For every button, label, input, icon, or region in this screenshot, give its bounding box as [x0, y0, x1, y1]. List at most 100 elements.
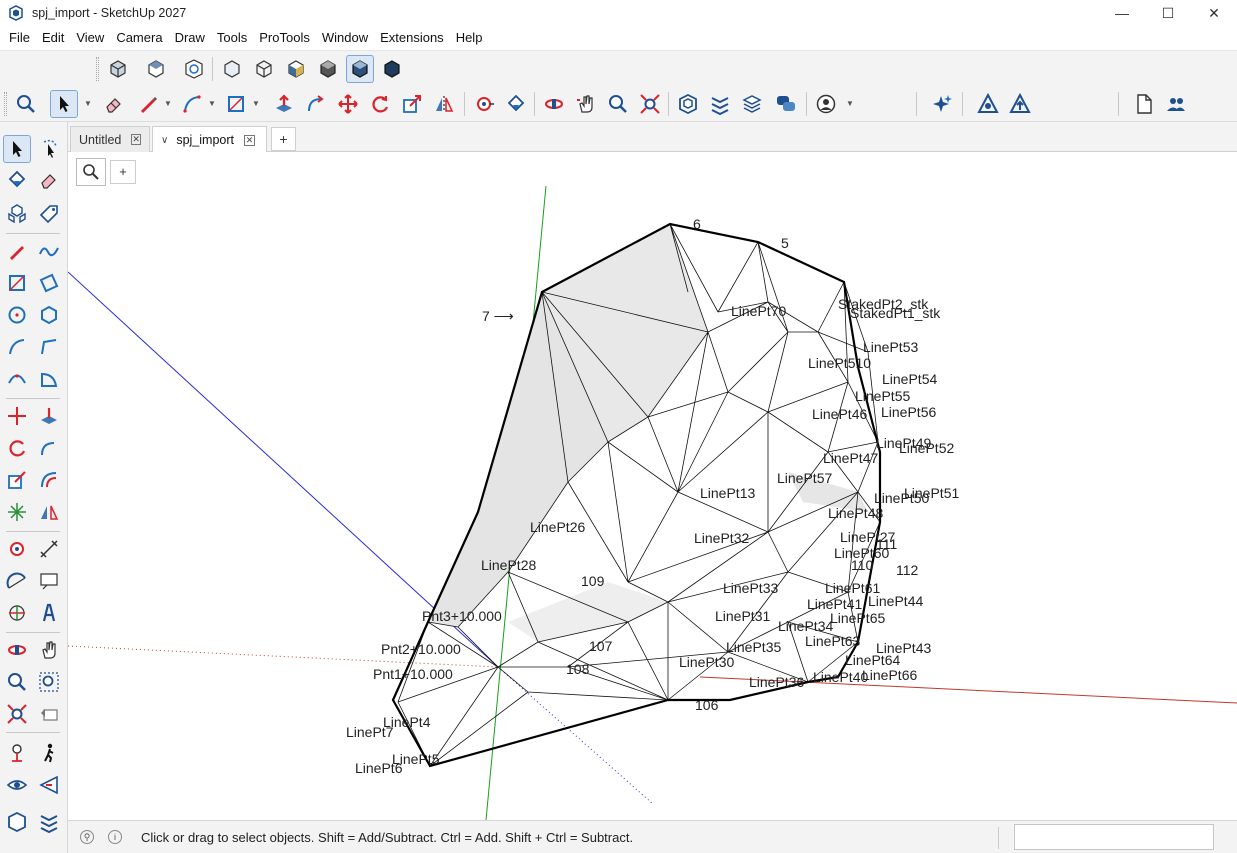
viewport-search-button[interactable]: [76, 158, 106, 186]
chevron-down-icon[interactable]: ▼: [84, 98, 92, 110]
flip-tool-icon[interactable]: [35, 498, 63, 526]
menu-file[interactable]: File: [3, 27, 36, 49]
front-view-icon[interactable]: [180, 55, 208, 83]
move-tool-icon[interactable]: [3, 402, 31, 430]
measurements-box[interactable]: [1014, 824, 1214, 850]
model-viewport[interactable]: 6 5 7 ⟶ StakedPt2_stk StakedPt1_stk Line…: [68, 152, 1237, 820]
new-document-icon[interactable]: [1130, 90, 1158, 118]
maximize-button[interactable]: ☐: [1145, 0, 1191, 26]
wireframe-style-icon[interactable]: [250, 55, 278, 83]
paint-bucket-icon[interactable]: [3, 166, 31, 194]
xray-style-icon[interactable]: [218, 55, 246, 83]
toolbar-grip[interactable]: [96, 57, 99, 81]
circle-tool-icon[interactable]: [3, 301, 31, 329]
menu-window[interactable]: Window: [316, 27, 374, 49]
ai-assistant-sparkle-icon[interactable]: [928, 90, 956, 118]
position-camera-icon[interactable]: [3, 739, 31, 767]
push-pull-icon[interactable]: [270, 90, 298, 118]
close-icon[interactable]: ✕: [131, 134, 141, 145]
move-tool-icon[interactable]: [334, 90, 362, 118]
lasso-select-icon[interactable]: [35, 135, 63, 163]
eraser-icon[interactable]: [100, 90, 128, 118]
push-pull-icon[interactable]: [35, 402, 63, 430]
menu-tools[interactable]: Tools: [211, 27, 253, 49]
menu-help[interactable]: Help: [450, 27, 489, 49]
terrain-mesh-scene[interactable]: 6 5 7 ⟶ StakedPt2_stk StakedPt1_stk Line…: [68, 152, 1237, 820]
select-tool-icon[interactable]: [50, 90, 78, 118]
new-tab-button[interactable]: +: [271, 127, 296, 151]
chevron-down-icon[interactable]: ∨: [161, 135, 168, 146]
menu-view[interactable]: View: [70, 27, 110, 49]
scale-tool-icon[interactable]: [398, 90, 426, 118]
rectangle-tool-icon[interactable]: [3, 269, 31, 297]
position-texture-icon[interactable]: [3, 498, 31, 526]
3d-warehouse-icon[interactable]: [674, 90, 702, 118]
select-tool-icon[interactable]: [3, 135, 31, 163]
follow-me-icon[interactable]: [35, 434, 63, 462]
collaborators-icon[interactable]: [1162, 90, 1190, 118]
orbit-tool-icon[interactable]: [3, 636, 31, 664]
menu-protools[interactable]: ProTools: [253, 27, 316, 49]
previous-view-icon[interactable]: [35, 700, 63, 728]
flip-tool-icon[interactable]: [430, 90, 458, 118]
section-plane-icon[interactable]: [35, 771, 63, 799]
offset-tool-icon[interactable]: [35, 466, 63, 494]
rotate-tool-icon[interactable]: [366, 90, 394, 118]
hidden-line-style-icon[interactable]: [282, 55, 310, 83]
chat-bubbles-icon[interactable]: [772, 90, 800, 118]
look-around-eye-icon[interactable]: [3, 771, 31, 799]
menu-camera[interactable]: Camera: [110, 27, 168, 49]
menu-draw[interactable]: Draw: [169, 27, 211, 49]
tape-measure-icon[interactable]: [3, 535, 31, 563]
close-icon[interactable]: ✕: [244, 134, 255, 146]
3d-warehouse-icon[interactable]: [3, 808, 31, 836]
scale-tool-icon[interactable]: [3, 466, 31, 494]
chevron-down-icon[interactable]: ▼: [252, 98, 260, 110]
rotate-tool-icon[interactable]: [3, 434, 31, 462]
eraser-icon[interactable]: [35, 166, 63, 194]
top-view-icon[interactable]: [142, 55, 170, 83]
orbit-tool-icon[interactable]: [540, 90, 568, 118]
rotated-rectangle-icon[interactable]: [35, 269, 63, 297]
three-point-arc-icon[interactable]: [3, 365, 31, 393]
arc-tool-icon[interactable]: [178, 90, 206, 118]
layers-manager-icon[interactable]: [738, 90, 766, 118]
viewport-add-button[interactable]: +: [110, 160, 136, 184]
protractor-icon[interactable]: [3, 567, 31, 595]
shaded-style-icon[interactable]: [314, 55, 342, 83]
extension-warehouse-icon[interactable]: [706, 90, 734, 118]
3d-text-icon[interactable]: [35, 599, 63, 627]
axes-tool-icon[interactable]: [3, 599, 31, 627]
pan-hand-icon[interactable]: [35, 636, 63, 664]
tab-untitled[interactable]: Untitled ✕: [70, 126, 150, 152]
chevron-down-icon[interactable]: ▼: [164, 98, 172, 110]
account-profile-icon[interactable]: [812, 90, 840, 118]
trimble-upload-icon[interactable]: [1006, 90, 1034, 118]
text-tool-icon[interactable]: [35, 567, 63, 595]
menu-extensions[interactable]: Extensions: [374, 27, 450, 49]
monochrome-style-icon[interactable]: [378, 55, 406, 83]
chevron-down-icon[interactable]: ▼: [846, 98, 854, 110]
chevron-down-icon[interactable]: ▼: [208, 98, 216, 110]
zoom-tool-icon[interactable]: [3, 668, 31, 696]
trimble-connect-icon[interactable]: [974, 90, 1002, 118]
dimension-tool-icon[interactable]: [35, 535, 63, 563]
zoom-window-icon[interactable]: [35, 668, 63, 696]
rectangle-tool-icon[interactable]: [222, 90, 250, 118]
shaded-textures-style-icon[interactable]: [346, 55, 374, 83]
arc-tool-icon[interactable]: [3, 333, 31, 361]
tag-tool-icon[interactable]: [35, 200, 63, 228]
two-point-arc-icon[interactable]: [35, 333, 63, 361]
pencil-line-icon[interactable]: [3, 237, 31, 265]
pie-tool-icon[interactable]: [35, 365, 63, 393]
walk-tool-icon[interactable]: [35, 739, 63, 767]
iso-view-icon[interactable]: [104, 55, 132, 83]
toolbar-grip[interactable]: [4, 92, 7, 116]
geolocation-icon[interactable]: ⚲: [80, 830, 94, 844]
tab-spj-import[interactable]: ∨ spj_import ✕: [152, 126, 267, 153]
info-icon[interactable]: i: [108, 830, 122, 844]
zoom-extents-icon[interactable]: [636, 90, 664, 118]
zoom-extents-icon[interactable]: [3, 700, 31, 728]
extension-warehouse-icon[interactable]: [35, 808, 63, 836]
paint-bucket-icon[interactable]: [502, 90, 530, 118]
